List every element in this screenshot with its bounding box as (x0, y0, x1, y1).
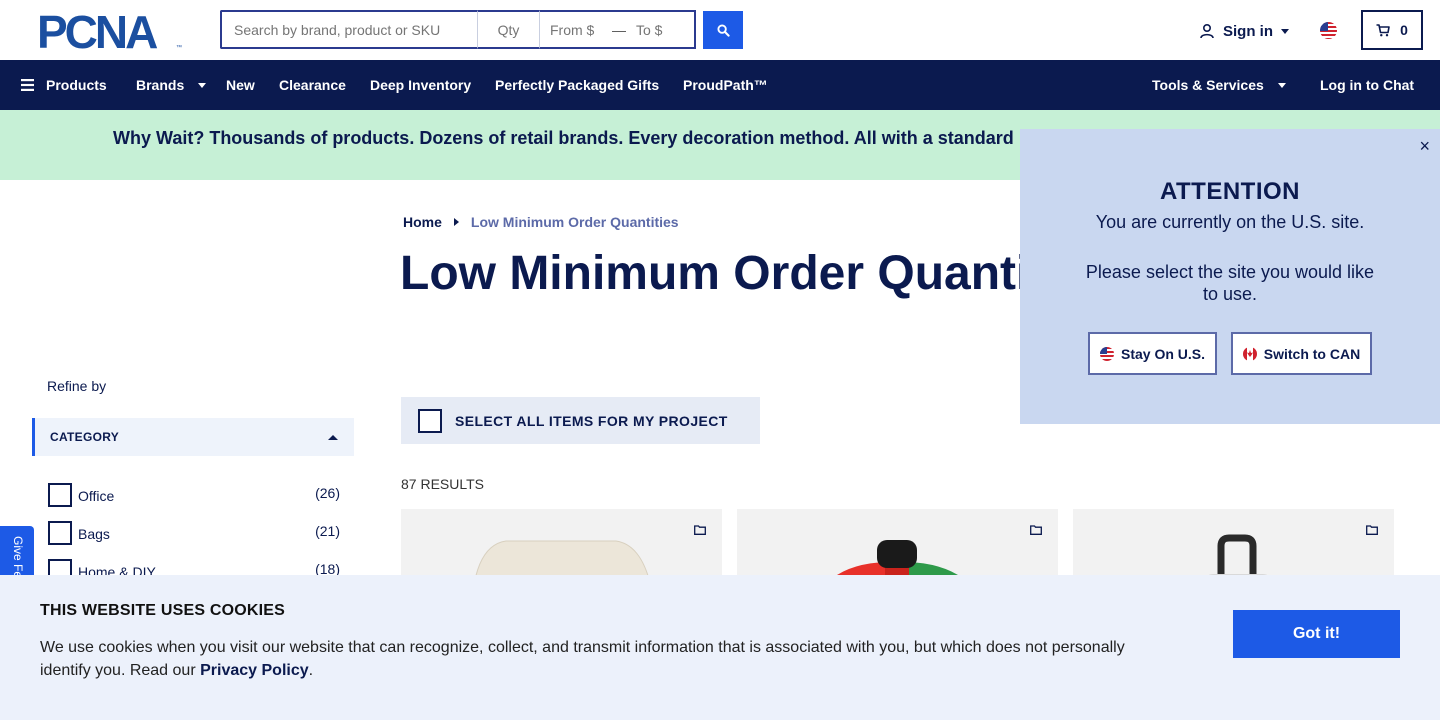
price-dash: — (612, 21, 626, 38)
qty-input[interactable] (478, 10, 540, 49)
close-icon[interactable]: × (1419, 137, 1430, 155)
switch-to-can-button[interactable]: Switch to CAN (1231, 332, 1372, 375)
search-bar: — (220, 10, 696, 49)
category-header-label: CATEGORY (50, 430, 120, 444)
us-flag-icon (1099, 346, 1114, 361)
privacy-policy-link[interactable]: Privacy Policy (200, 662, 309, 679)
user-icon (1200, 23, 1214, 39)
category-item-bags[interactable]: Bags (21) (48, 521, 340, 545)
breadcrumb-current: Low Minimum Order Quantities (470, 214, 679, 230)
category-filter-header[interactable]: CATEGORY (32, 418, 354, 456)
nav-deep-inventory-label: Deep Inventory (370, 77, 472, 93)
category-checkbox[interactable] (48, 483, 72, 507)
price-range: — (540, 10, 696, 49)
category-count: (21) (315, 523, 340, 539)
search-input[interactable] (220, 10, 478, 49)
attention-title: ATTENTION (1159, 178, 1301, 205)
hamburger-icon (21, 79, 34, 91)
nav-tools-services[interactable]: Tools & Services (1152, 60, 1286, 110)
chevron-right-icon (453, 218, 459, 226)
refine-label: Refine by (47, 378, 107, 394)
signin-label: Sign in (1223, 22, 1273, 40)
us-flag-icon[interactable] (1320, 22, 1337, 39)
price-from-input[interactable] (550, 21, 602, 38)
attention-message: You are currently on the U.S. site. (1095, 212, 1365, 232)
cart-button[interactable]: 0 (1361, 10, 1423, 50)
logo-text: PCNA (37, 12, 157, 50)
category-item-office[interactable]: Office (26) (48, 483, 340, 507)
breadcrumb-home[interactable]: Home (403, 214, 442, 230)
cookie-period: . (308, 662, 314, 679)
got-it-button[interactable]: Got it! (1233, 610, 1400, 658)
svg-text:™: ™ (176, 44, 182, 50)
category-checkbox[interactable] (48, 521, 72, 545)
nav-proudpath[interactable]: ProudPath™ (683, 60, 768, 110)
results-count: 87 RESULTS (401, 476, 484, 492)
nav-tools-label: Tools & Services (1152, 77, 1264, 93)
nav-clearance[interactable]: Clearance (279, 60, 346, 110)
cookie-banner: THIS WEBSITE USES COOKIES We use cookies… (0, 575, 1440, 720)
main-nav: Products Brands New Clearance Deep Inven… (0, 60, 1440, 110)
add-to-project-icon[interactable] (1030, 525, 1042, 535)
nav-brands-label: Brands (136, 77, 185, 93)
nav-packaged-gifts[interactable]: Perfectly Packaged Gifts (495, 60, 659, 110)
cart-count: 0 (1400, 22, 1408, 38)
nav-products-label: Products (46, 77, 107, 93)
chevron-down-icon (198, 82, 207, 88)
select-all-label: SELECT ALL ITEMS FOR MY PROJECT (455, 412, 728, 429)
stay-label: Stay On U.S. (1120, 345, 1206, 362)
stay-on-us-button[interactable]: Stay On U.S. (1088, 332, 1217, 375)
category-count: (26) (315, 485, 340, 501)
page-title: Low Minimum Order Quanti (400, 247, 1030, 300)
price-to-input[interactable] (636, 21, 688, 38)
nav-brands[interactable]: Brands (136, 60, 207, 110)
add-to-project-icon[interactable] (1366, 525, 1378, 535)
pcna-logo[interactable]: PCNA ™ (37, 12, 185, 50)
nav-deep-inventory[interactable]: Deep Inventory (370, 60, 471, 110)
nav-chat-login[interactable]: Log in to Chat (1320, 60, 1414, 110)
search-icon (716, 23, 730, 37)
nav-packaged-gifts-label: Perfectly Packaged Gifts (495, 77, 660, 93)
chevron-down-icon (1277, 82, 1286, 88)
feedback-label: Give Fe (11, 536, 25, 579)
site-header: PCNA ™ — Sign in (0, 0, 1440, 60)
nav-proudpath-label: ProudPath™ (683, 77, 768, 93)
nav-products[interactable]: Products (21, 60, 107, 110)
cart-icon (1376, 23, 1390, 36)
nav-chat-label: Log in to Chat (1320, 77, 1415, 93)
nav-new[interactable]: New (226, 60, 255, 110)
search-button[interactable] (703, 11, 743, 49)
chevron-up-icon (328, 435, 338, 440)
select-all-checkbox[interactable] (418, 408, 442, 433)
site-selector-popup: × ATTENTION You are currently on the U.S… (1020, 129, 1440, 424)
chevron-down-icon (1281, 28, 1289, 34)
attention-instruction: Please select the site you would like to… (1085, 262, 1375, 304)
nav-new-label: New (226, 77, 255, 93)
cookie-title: THIS WEBSITE USES COOKIES (40, 602, 286, 619)
add-to-project-icon[interactable] (694, 525, 706, 535)
select-all-items[interactable]: SELECT ALL ITEMS FOR MY PROJECT (401, 397, 760, 444)
nav-clearance-label: Clearance (279, 77, 346, 93)
signin-menu[interactable]: Sign in (1199, 20, 1289, 42)
promo-text: Why Wait? Thousands of products. Dozens … (113, 128, 1014, 148)
category-label: Bags (78, 526, 110, 542)
breadcrumb: Home Low Minimum Order Quantities (403, 214, 679, 230)
switch-label: Switch to CAN (1263, 345, 1361, 362)
cookie-message: We use cookies when you visit our websit… (40, 636, 1150, 682)
category-label: Office (78, 488, 115, 504)
canada-flag-icon (1242, 346, 1257, 361)
